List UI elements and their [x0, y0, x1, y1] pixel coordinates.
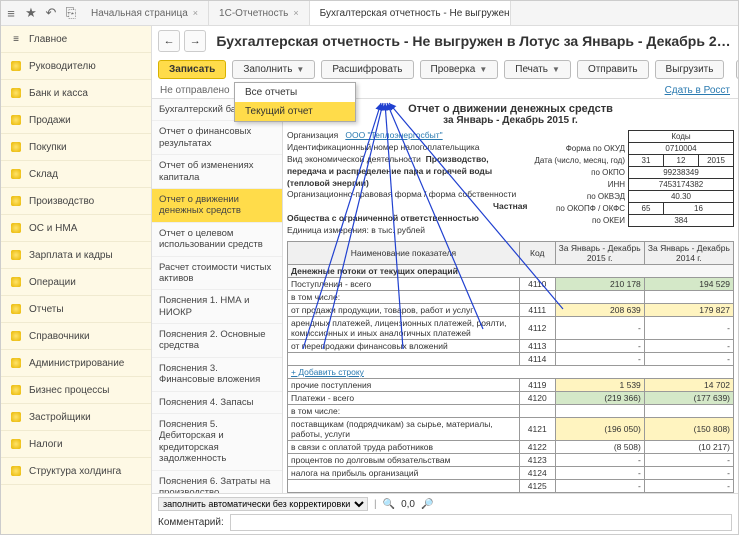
sidebar-item[interactable]: Структура холдинга: [1, 458, 151, 485]
sidebar-item[interactable]: Справочники: [1, 323, 151, 350]
table-row: 4125--: [288, 480, 734, 493]
table-row: процентов по долговым обязательствам4123…: [288, 454, 734, 467]
zoom-out-icon[interactable]: 🔍: [383, 499, 395, 510]
sidebar-item[interactable]: Руководителю: [1, 53, 151, 80]
tabs: Начальная страница×1С-Отчетность×Бухгалт…: [81, 1, 511, 25]
sidebar-item[interactable]: Бизнес процессы: [1, 377, 151, 404]
sidebar-item[interactable]: Банк и касса: [1, 80, 151, 107]
sidebar-item[interactable]: ОС и НМА: [1, 215, 151, 242]
table-row: в том числе:: [288, 291, 734, 304]
section-item[interactable]: Пояснения 2. Основные средства: [152, 324, 282, 358]
save-button[interactable]: Записать: [158, 60, 226, 79]
star-icon[interactable]: ★: [21, 3, 41, 23]
toolbar: Записать Заполнить▼ Расшифровать Проверк…: [152, 56, 738, 83]
sidebar-item[interactable]: Склад: [1, 161, 151, 188]
table-row: в том числе:: [288, 405, 734, 418]
sidebar-item[interactable]: Производство: [1, 188, 151, 215]
table-row: налога на прибыль организаций4124--: [288, 467, 734, 480]
fill-dropdown: Все отчеты Текущий отчет: [234, 82, 356, 122]
check-button[interactable]: Проверка▼: [420, 60, 499, 79]
table-row: прочие поступления41191 53914 702: [288, 379, 734, 392]
table-row: Поступления - всего4110210 178194 529: [288, 278, 734, 291]
nav-back-button[interactable]: ←: [158, 30, 180, 52]
sidebar-item[interactable]: Операции: [1, 269, 151, 296]
tab[interactable]: 1С-Отчетность×: [209, 1, 310, 25]
table-row: арендных платежей, лицензионных платежей…: [288, 317, 734, 340]
sidebar-item[interactable]: Застройщики: [1, 404, 151, 431]
table-row: поставщикам (подрядчикам) за сырье, мате…: [288, 418, 734, 441]
dd-all-reports[interactable]: Все отчеты: [235, 83, 355, 102]
section-item[interactable]: Пояснения 3. Финансовые вложения: [152, 358, 282, 392]
submit-link[interactable]: Сдать в Росст: [665, 85, 730, 96]
report-codes: Коды Форма по ОКУД0710004 Дата (число, м…: [531, 130, 734, 237]
report-header-left: Организация ООО "Теплоэнергосбыт" Иденти…: [287, 130, 527, 237]
table-row: 4114--: [288, 353, 734, 366]
table-row: от продажи продукции, товаров, работ и у…: [288, 304, 734, 317]
menu-icon[interactable]: ≡: [1, 3, 21, 23]
sidebar-item[interactable]: Покупки: [1, 134, 151, 161]
fill-button[interactable]: Заполнить▼: [232, 60, 315, 79]
page-title: Бухгалтерская отчетность - Не выгружен в…: [216, 33, 732, 49]
report-area: Отчет о движении денежных средств за Янв…: [283, 99, 738, 493]
sidebar: ≡ГлавноеРуководителюБанк и кассаПродажиП…: [1, 26, 152, 534]
sidebar-item[interactable]: Налоги: [1, 431, 151, 458]
org-link[interactable]: ООО "Теплоэнергосбыт": [345, 130, 442, 140]
sidebar-item[interactable]: ≡Главное: [1, 26, 151, 53]
copy-icon[interactable]: ⎘: [61, 3, 81, 23]
footer: заполнить автоматически без корректировк…: [152, 493, 738, 534]
sidebar-item[interactable]: Продажи: [1, 107, 151, 134]
report-table: Наименование показателя Код За Январь - …: [287, 241, 734, 493]
nav-fwd-button[interactable]: →: [184, 30, 206, 52]
section-item[interactable]: Отчет о финансовых результатах: [152, 121, 282, 155]
zoom-in-icon[interactable]: 🔎: [421, 499, 433, 510]
top-bar: ≡ ★ ↶ ⎘ Начальная страница×1С-Отчетность…: [1, 1, 738, 26]
table-row: от перепродажи финансовых вложений4113--: [288, 340, 734, 353]
back-icon[interactable]: ↶: [41, 3, 61, 23]
add-row-link[interactable]: + Добавить строку: [288, 366, 734, 379]
sidebar-item[interactable]: Зарплата и кадры: [1, 242, 151, 269]
tab[interactable]: Бухгалтерская отчетность - Не выгружен в…: [310, 1, 511, 25]
section-item[interactable]: Пояснения 1. НМА и НИОКР: [152, 290, 282, 324]
comment-input[interactable]: [230, 514, 732, 531]
section-item[interactable]: Отчет о целевом использовании средств: [152, 223, 282, 257]
section-item[interactable]: Отчет об изменениях капитала: [152, 155, 282, 189]
section-item[interactable]: Пояснения 5. Дебиторская и кредиторская …: [152, 414, 282, 471]
send-button[interactable]: Отправить: [577, 60, 649, 79]
section-item[interactable]: Пояснения 4. Запасы: [152, 392, 282, 414]
table-row: + Добавить строку: [288, 366, 734, 379]
section-list: Бухгалтерский балаОтчет о финансовых рез…: [152, 99, 283, 493]
sidebar-item[interactable]: Администрирование: [1, 350, 151, 377]
upload-button[interactable]: Выгрузить: [655, 60, 725, 79]
tab[interactable]: Начальная страница×: [81, 1, 209, 25]
auto-fill-select[interactable]: заполнить автоматически без корректировк…: [158, 497, 368, 511]
comment-label: Комментарий:: [158, 517, 224, 528]
table-row: в связи с оплатой труда работников4122(8…: [288, 441, 734, 454]
table-row: Платежи - всего4120(219 366)(177 639): [288, 392, 734, 405]
decode-button[interactable]: Расшифровать: [321, 60, 413, 79]
send-status: Не отправлено: [160, 85, 230, 96]
section-item[interactable]: Пояснения 6. Затраты на производство: [152, 471, 282, 493]
section-item[interactable]: Расчет стоимости чистых активов: [152, 257, 282, 291]
section-item[interactable]: Отчет о движении денежных средств: [152, 189, 282, 223]
dd-current-report[interactable]: Текущий отчет: [235, 102, 355, 121]
more-button[interactable]: Еще▼: [736, 60, 738, 79]
sidebar-item[interactable]: Отчеты: [1, 296, 151, 323]
print-button[interactable]: Печать▼: [504, 60, 571, 79]
